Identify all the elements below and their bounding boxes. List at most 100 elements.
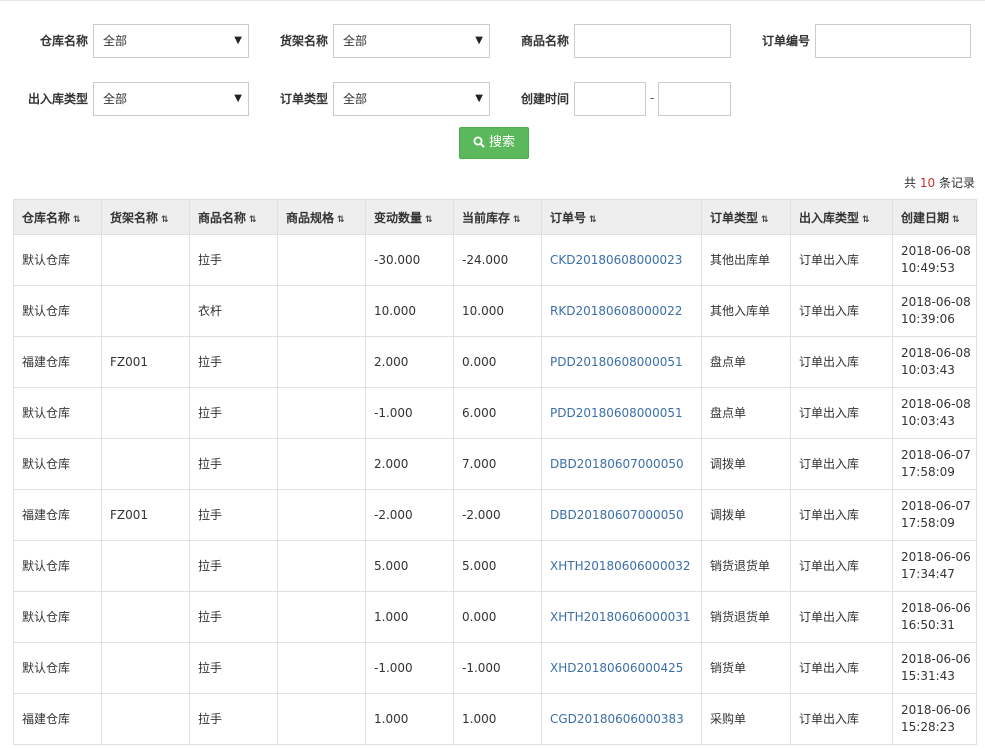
header-col-warehouse[interactable]: 仓库名称 ⇅: [13, 199, 102, 235]
cell-order[interactable]: CGD20180606000383: [541, 693, 702, 745]
created-date: 2018-06-08: [901, 397, 971, 411]
order-link[interactable]: XHD20180606000425: [550, 661, 683, 675]
header-col-change[interactable]: 变动数量 ⇅: [365, 199, 454, 235]
order-link[interactable]: PDD20180608000051: [550, 406, 683, 420]
cell-product: 拉手: [189, 591, 278, 643]
header-label: 仓库名称: [22, 210, 71, 225]
created-to-input[interactable]: [658, 82, 731, 116]
cell-stock: 0.000: [453, 591, 542, 643]
sort-icon[interactable]: ⇅: [952, 215, 960, 225]
sort-icon[interactable]: ⇅: [589, 215, 597, 225]
cell-order[interactable]: XHTH20180606000032: [541, 540, 702, 592]
order-link[interactable]: XHTH20180606000032: [550, 559, 690, 573]
cell-stock: 10.000: [453, 285, 542, 337]
order-link[interactable]: CKD20180608000023: [550, 253, 682, 267]
header-label: 商品名称: [198, 210, 247, 225]
product-input[interactable]: [574, 24, 731, 58]
cell-product: 拉手: [189, 438, 278, 490]
order-link[interactable]: DBD20180607000050: [550, 457, 684, 471]
cell-order[interactable]: RKD20180608000022: [541, 285, 702, 337]
cell-warehouse: 默认仓库: [13, 234, 102, 286]
header-col-spec[interactable]: 商品规格 ⇅: [277, 199, 366, 235]
cell-change: 5.000: [365, 540, 454, 592]
header-label: 订单号: [550, 210, 587, 225]
header-col-created[interactable]: 创建日期 ⇅: [892, 199, 977, 235]
cell-io-type: 订单出入库: [790, 591, 893, 643]
cell-spec: [277, 336, 366, 388]
header-col-order[interactable]: 订单号 ⇅: [541, 199, 702, 235]
header-col-product[interactable]: 商品名称 ⇅: [189, 199, 278, 235]
cell-created: 2018-06-08 10:03:43: [892, 387, 977, 439]
cell-product: 拉手: [189, 387, 278, 439]
created-label: 创建时间: [521, 92, 570, 106]
header-col-stock[interactable]: 当前库存 ⇅: [453, 199, 542, 235]
cell-warehouse: 福建仓库: [13, 336, 102, 388]
record-count: 共 10 条记录: [904, 174, 975, 191]
cell-spec: [277, 438, 366, 490]
order-link[interactable]: DBD20180607000050: [550, 508, 684, 522]
order-type-select[interactable]: 全部 ▼: [333, 82, 490, 116]
created-time: 10:03:43: [901, 414, 955, 428]
order-link[interactable]: PDD20180608000051: [550, 355, 683, 369]
cell-warehouse: 默认仓库: [13, 285, 102, 337]
cell-order[interactable]: XHTH20180606000031: [541, 591, 702, 643]
cell-created: 2018-06-06 17:34:47: [892, 540, 977, 592]
cell-created: 2018-06-08 10:03:43: [892, 336, 977, 388]
header-label: 当前库存: [462, 210, 511, 225]
sort-icon[interactable]: ⇅: [337, 215, 345, 225]
sort-icon[interactable]: ⇅: [249, 215, 257, 225]
cell-spec: [277, 591, 366, 643]
order-no-input[interactable]: [815, 24, 971, 58]
cell-shelf: FZ001: [101, 489, 190, 541]
order-link[interactable]: XHTH20180606000031: [550, 610, 690, 624]
cell-spec: [277, 693, 366, 745]
cell-io-type: 订单出入库: [790, 540, 893, 592]
cell-change: 2.000: [365, 438, 454, 490]
created-time: 17:58:09: [901, 465, 955, 479]
io-type-select-value: 全部: [103, 92, 128, 106]
cell-stock: 5.000: [453, 540, 542, 592]
warehouse-select[interactable]: 全部 ▼: [93, 24, 249, 58]
cell-change: 1.000: [365, 693, 454, 745]
created-time: 16:50:31: [901, 618, 955, 632]
sort-icon[interactable]: ⇅: [761, 215, 769, 225]
shelf-select[interactable]: 全部 ▼: [333, 24, 490, 58]
cell-order[interactable]: DBD20180607000050: [541, 489, 702, 541]
cell-order-type: 调拨单: [701, 438, 791, 490]
cell-order[interactable]: CKD20180608000023: [541, 234, 702, 286]
cell-shelf: [101, 540, 190, 592]
order-link[interactable]: RKD20180608000022: [550, 304, 682, 318]
cell-created: 2018-06-06 15:31:43: [892, 642, 977, 694]
caret-down-icon: ▼: [234, 93, 242, 104]
header-label: 商品规格: [286, 210, 335, 225]
sort-icon[interactable]: ⇅: [425, 215, 433, 225]
created-date: 2018-06-07: [901, 448, 971, 462]
cell-order[interactable]: PDD20180608000051: [541, 336, 702, 388]
created-date: 2018-06-08: [901, 346, 971, 360]
header-col-shelf[interactable]: 货架名称 ⇅: [101, 199, 190, 235]
cell-order[interactable]: DBD20180607000050: [541, 438, 702, 490]
sort-icon[interactable]: ⇅: [862, 215, 870, 225]
sort-icon[interactable]: ⇅: [73, 215, 81, 225]
header-col-order-type[interactable]: 订单类型 ⇅: [701, 199, 791, 235]
cell-order[interactable]: PDD20180608000051: [541, 387, 702, 439]
header-col-io-type[interactable]: 出入库类型 ⇅: [790, 199, 893, 235]
cell-stock: -1.000: [453, 642, 542, 694]
cell-product: 拉手: [189, 234, 278, 286]
search-button[interactable]: 搜索: [459, 127, 529, 159]
created-time: 15:31:43: [901, 669, 955, 683]
sort-icon[interactable]: ⇅: [513, 215, 521, 225]
order-link[interactable]: CGD20180606000383: [550, 712, 684, 726]
cell-order[interactable]: XHD20180606000425: [541, 642, 702, 694]
cell-stock: -2.000: [453, 489, 542, 541]
cell-warehouse: 默认仓库: [13, 591, 102, 643]
sort-icon[interactable]: ⇅: [161, 215, 169, 225]
created-date: 2018-06-07: [901, 499, 971, 513]
cell-created: 2018-06-07 17:58:09: [892, 489, 977, 541]
record-count-prefix: 共: [904, 176, 917, 190]
io-type-select[interactable]: 全部 ▼: [93, 82, 249, 116]
table-row: 默认仓库 拉手 -1.000 6.000 PDD20180608000051 盘点单 订单出…: [13, 387, 977, 439]
record-count-suffix: 条记录: [938, 176, 975, 190]
created-from-input[interactable]: [574, 82, 646, 116]
cell-io-type: 订单出入库: [790, 489, 893, 541]
